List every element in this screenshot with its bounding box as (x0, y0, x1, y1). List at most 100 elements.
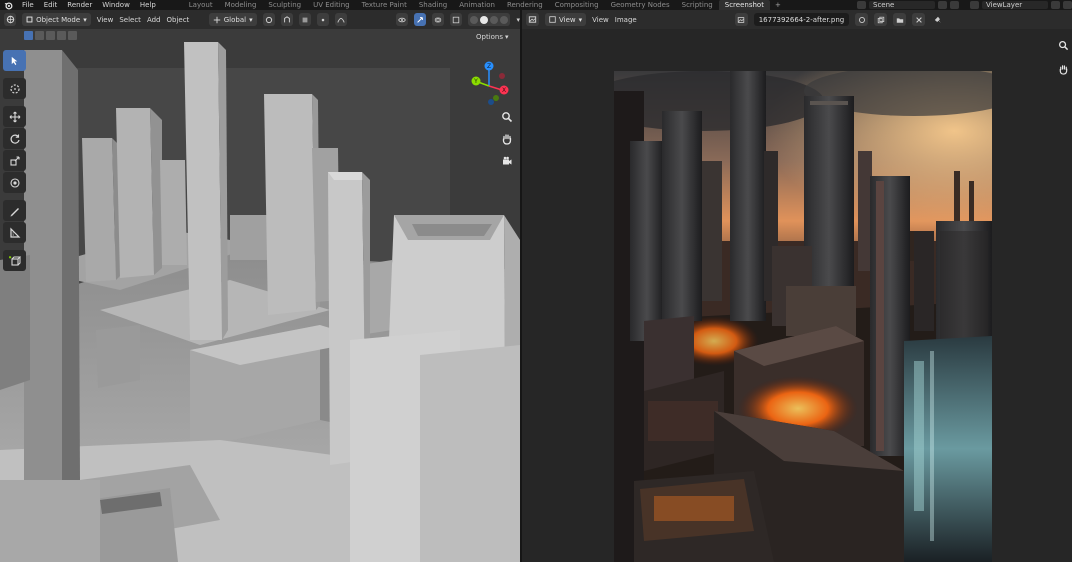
move-tool[interactable] (3, 106, 26, 127)
hand-pan-icon[interactable] (1054, 60, 1072, 78)
tab-scripting[interactable]: Scripting (676, 0, 719, 10)
menu-view[interactable]: View (97, 16, 114, 24)
camera-view-icon[interactable] (498, 152, 516, 170)
chevron-down-icon: ▾ (83, 15, 87, 24)
menu-help[interactable]: Help (135, 1, 161, 9)
tab-rendering[interactable]: Rendering (501, 0, 549, 10)
zoom-icon[interactable] (1054, 36, 1072, 54)
tab-modeling[interactable]: Modeling (219, 0, 263, 10)
shading-mode-group (468, 13, 511, 26)
new-scene-icon[interactable] (938, 1, 947, 9)
tab-compositing[interactable]: Compositing (549, 0, 605, 10)
chevron-down-icon: ▾ (249, 15, 253, 24)
view-layer-icon[interactable] (970, 1, 979, 9)
material-shading-icon[interactable] (490, 15, 499, 24)
falloff-icon[interactable] (334, 13, 347, 26)
menu-add[interactable]: Add (147, 16, 161, 24)
view-mode-dropdown[interactable]: View ▾ (545, 13, 587, 26)
zoom-icon[interactable] (498, 108, 516, 126)
cursor-icon (9, 83, 20, 94)
3d-viewport[interactable]: Object Mode ▾ View Select Add Object Glo… (0, 10, 520, 562)
options-dropdown[interactable]: Options ▾ (476, 31, 509, 42)
viewport-scene[interactable] (0, 10, 520, 562)
tab-screenshot[interactable]: Screenshot (718, 0, 770, 10)
neg-y-axis-handle[interactable] (493, 95, 499, 101)
open-folder-icon[interactable] (893, 13, 907, 26)
scale-icon (9, 155, 20, 166)
selection-mode-group (24, 31, 77, 40)
hand-pan-icon[interactable] (498, 130, 516, 148)
rotate-tool[interactable] (3, 128, 26, 149)
annotate-tool[interactable] (3, 200, 26, 221)
wireframe-shading-icon[interactable] (470, 15, 479, 24)
image-name-field[interactable]: 1677392664-2-after.png (753, 13, 850, 26)
menu-image[interactable]: Image (615, 16, 637, 24)
navigation-gizmo[interactable]: Z X Y (466, 60, 512, 108)
solid-shading-icon[interactable] (480, 15, 489, 24)
select-intersect-icon[interactable] (68, 31, 77, 40)
menu-object[interactable]: Object (167, 16, 190, 24)
select-subtract-icon[interactable] (46, 31, 55, 40)
rendered-image[interactable] (614, 71, 992, 562)
menu-view[interactable]: View (592, 16, 609, 24)
tab-animation[interactable]: Animation (453, 0, 501, 10)
blender-logo-icon[interactable] (3, 0, 13, 10)
pivot-point-icon[interactable] (262, 13, 275, 26)
menu-file[interactable]: File (17, 1, 39, 9)
new-view-layer-icon[interactable] (1051, 1, 1060, 9)
snap-settings-icon[interactable] (298, 13, 311, 26)
scale-tool[interactable] (3, 150, 26, 171)
add-cube-tool[interactable] (3, 250, 26, 271)
image-editor[interactable]: View ▾ View Image 1677392664-2-after.png (522, 10, 1072, 562)
select-new-icon[interactable] (24, 31, 33, 40)
fake-user-icon[interactable] (855, 13, 869, 26)
neg-z-axis-handle[interactable] (488, 99, 494, 105)
snap-icon[interactable] (280, 13, 293, 26)
add-workspace-button[interactable]: + (770, 0, 786, 10)
editor-type-icon[interactable] (526, 13, 539, 26)
transform-orientation-dropdown[interactable]: Global ▾ (208, 13, 257, 26)
menu-window[interactable]: Window (97, 1, 135, 9)
rendered-shading-icon[interactable] (500, 15, 509, 24)
gizmo-toggle-icon[interactable] (414, 13, 427, 26)
object-mode-icon (26, 16, 33, 23)
z-axis-label: Z (487, 63, 491, 70)
measure-tool[interactable] (3, 222, 26, 243)
select-invert-icon[interactable] (57, 31, 66, 40)
select-box-tool[interactable] (3, 50, 26, 71)
view-layer-field[interactable]: ViewLayer (982, 1, 1048, 9)
transform-icon (9, 177, 20, 188)
menu-edit[interactable]: Edit (39, 1, 63, 9)
tab-layout[interactable]: Layout (183, 0, 219, 10)
tab-sculpting[interactable]: Sculpting (262, 0, 307, 10)
view-layer-name: ViewLayer (986, 1, 1023, 9)
rotate-icon (10, 134, 20, 144)
unlink-image-icon[interactable] (912, 13, 926, 26)
tab-geometry-nodes[interactable]: Geometry Nodes (605, 0, 676, 10)
cursor-tool[interactable] (3, 78, 26, 99)
tab-uv-editing[interactable]: UV Editing (307, 0, 356, 10)
menu-select[interactable]: Select (119, 16, 141, 24)
tab-texture-paint[interactable]: Texture Paint (356, 0, 413, 10)
duplicate-image-icon[interactable] (874, 13, 888, 26)
delete-view-layer-icon[interactable] (1063, 1, 1072, 9)
overlays-icon[interactable] (432, 13, 445, 26)
menu-render[interactable]: Render (62, 1, 97, 9)
view-mode-label: View (559, 15, 576, 24)
proportional-edit-icon[interactable] (316, 13, 329, 26)
browse-image-icon[interactable] (734, 13, 748, 26)
tab-shading[interactable]: Shading (413, 0, 453, 10)
scene-icon[interactable] (857, 1, 866, 9)
delete-scene-icon[interactable] (950, 1, 959, 9)
transform-tool[interactable] (3, 172, 26, 193)
pin-icon[interactable] (931, 13, 944, 26)
select-extend-icon[interactable] (35, 31, 44, 40)
workspace-tabs: Layout Modeling Sculpting UV Editing Tex… (183, 0, 786, 10)
xray-icon[interactable] (450, 13, 463, 26)
scene-field[interactable]: Scene (869, 1, 935, 9)
editor-type-icon[interactable] (4, 13, 17, 26)
object-mode-dropdown[interactable]: Object Mode ▾ (22, 13, 91, 26)
y-axis-label: Y (473, 78, 478, 85)
visibility-icon[interactable] (396, 13, 409, 26)
neg-x-axis-handle[interactable] (499, 73, 505, 79)
